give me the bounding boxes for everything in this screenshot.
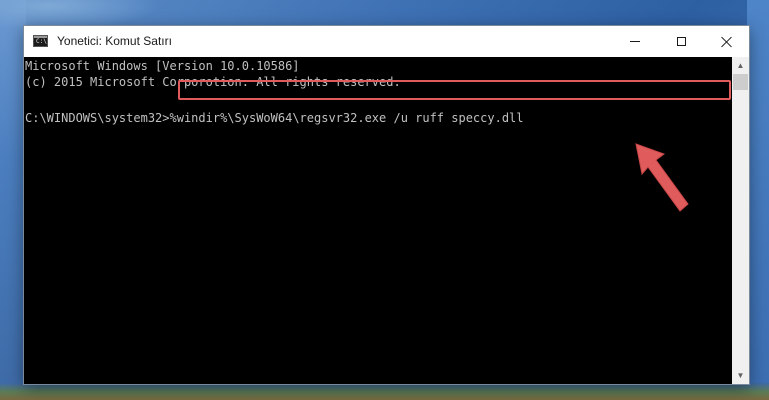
close-icon bbox=[721, 36, 733, 48]
vertical-scrollbar[interactable]: ▲ ▼ bbox=[732, 57, 749, 384]
scroll-up-arrow-icon[interactable]: ▲ bbox=[732, 57, 749, 74]
command-prompt-icon: C:\ bbox=[33, 35, 48, 47]
scroll-down-arrow-icon[interactable]: ▼ bbox=[732, 367, 749, 384]
desktop-background-left bbox=[0, 0, 26, 400]
close-button[interactable] bbox=[704, 26, 750, 57]
maximize-icon bbox=[676, 37, 686, 46]
maximize-button[interactable] bbox=[658, 26, 704, 57]
command-highlight-box bbox=[178, 80, 731, 100]
desktop-background-right bbox=[747, 0, 769, 400]
window-titlebar[interactable]: C:\ Yonetici: Komut Satırı bbox=[24, 26, 749, 57]
scrollbar-thumb[interactable] bbox=[733, 74, 748, 90]
console-command: %windir%\SysWoW64\regsvr32.exe /u ruff s… bbox=[169, 111, 524, 125]
minimize-icon bbox=[630, 41, 640, 42]
console-prompt: C:\WINDOWS\system32> bbox=[25, 111, 170, 125]
window-title: Yonetici: Komut Satırı bbox=[57, 34, 172, 48]
pointer-arrow-icon bbox=[635, 143, 689, 212]
desktop-background-bottom bbox=[0, 383, 769, 400]
console-command-line[interactable]: C:\WINDOWS\system32>%windir%\SysWoW64\re… bbox=[25, 110, 524, 126]
console-line-version: Microsoft Windows [Version 10.0.10586] bbox=[25, 59, 300, 73]
minimize-button[interactable] bbox=[612, 26, 658, 57]
console-output[interactable]: Microsoft Windows [Version 10.0.10586] (… bbox=[24, 57, 732, 384]
